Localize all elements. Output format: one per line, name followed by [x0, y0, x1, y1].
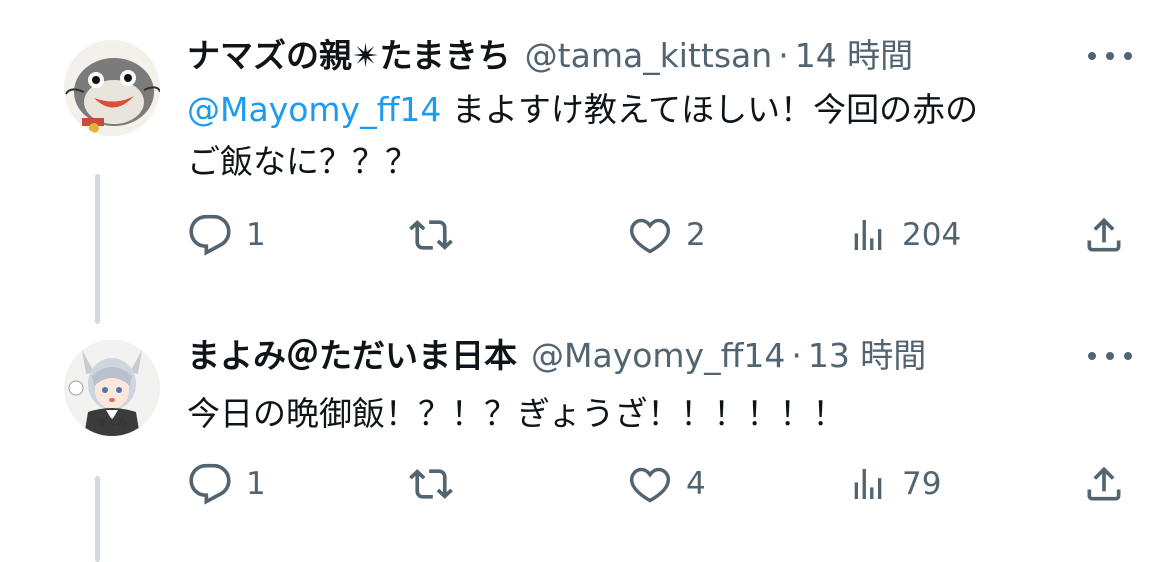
reply-icon	[189, 214, 231, 256]
share-icon	[1087, 466, 1121, 501]
reply-count: 1	[246, 217, 266, 253]
more-icon[interactable]	[1088, 46, 1132, 66]
separator-dot: ·	[778, 36, 789, 75]
views-icon	[854, 469, 882, 499]
tweet[interactable]: ナマズの親✴︎たまきち @tama_kittsan · 14 時間 @Mayom…	[0, 0, 1170, 324]
tweet-header: まよみ＠ただいま日本 @Mayomy_ff14 · 13 時間	[187, 334, 926, 378]
display-name[interactable]: ナマズの親✴︎たまきち	[187, 34, 511, 78]
separator-dot: ·	[791, 336, 802, 375]
avatar-caption: まよみ	[97, 418, 127, 429]
share-icon	[1087, 217, 1121, 252]
action-bar: 1 4 79	[0, 462, 1170, 512]
mention-link[interactable]: @Mayomy_ff14	[187, 90, 441, 129]
views-button[interactable]: 204	[848, 213, 961, 257]
retweet-button[interactable]	[408, 213, 468, 257]
tweet[interactable]: まよみ まよみ＠ただいま日本 @Mayomy_ff14 · 13 時間 今日の晩…	[0, 300, 1170, 562]
views-count: 204	[902, 217, 962, 253]
like-icon	[629, 467, 671, 503]
avatar[interactable]: まよみ	[64, 340, 160, 436]
views-icon	[854, 220, 882, 250]
like-count: 2	[686, 217, 706, 253]
retweet-icon	[409, 469, 453, 499]
action-bar: 1 2 204	[0, 213, 1170, 263]
timestamp[interactable]: 14 時間	[795, 34, 913, 78]
reply-count: 1	[246, 466, 266, 502]
text-line: まよすけ教えてほしい！今回の赤の	[441, 90, 979, 129]
like-button[interactable]: 2	[628, 213, 706, 257]
user-handle[interactable]: @tama_kittsan	[525, 34, 773, 78]
share-button[interactable]	[1082, 462, 1126, 506]
reply-icon	[189, 463, 231, 505]
user-handle[interactable]: @Mayomy_ff14	[531, 334, 785, 378]
tweet-text: 今日の晩御飯！？！？ぎょうざ！！！！！！	[187, 388, 1147, 440]
reply-button[interactable]: 1	[188, 213, 266, 257]
like-button[interactable]: 4	[628, 462, 706, 506]
text-line: 今日の晩御飯！？！？ぎょうざ！！！！！！	[187, 394, 846, 433]
more-icon[interactable]	[1088, 346, 1132, 366]
like-count: 4	[686, 466, 706, 502]
display-name[interactable]: まよみ＠ただいま日本	[187, 334, 517, 378]
text-line: ご飯なに？？？	[187, 142, 418, 181]
views-count: 79	[902, 466, 942, 502]
share-button[interactable]	[1082, 213, 1126, 257]
tweet-text: @Mayomy_ff14 まよすけ教えてほしい！今回の赤の ご飯なに？？？	[187, 84, 1147, 188]
retweet-button[interactable]	[408, 462, 468, 506]
reply-button[interactable]: 1	[188, 462, 266, 506]
catfish-avatar-icon	[64, 40, 160, 136]
tweet-header: ナマズの親✴︎たまきち @tama_kittsan · 14 時間	[187, 34, 913, 78]
retweet-icon	[409, 220, 453, 250]
timestamp[interactable]: 13 時間	[808, 334, 926, 378]
like-icon	[629, 218, 671, 254]
avatar[interactable]	[64, 40, 160, 136]
views-button[interactable]: 79	[848, 462, 941, 506]
